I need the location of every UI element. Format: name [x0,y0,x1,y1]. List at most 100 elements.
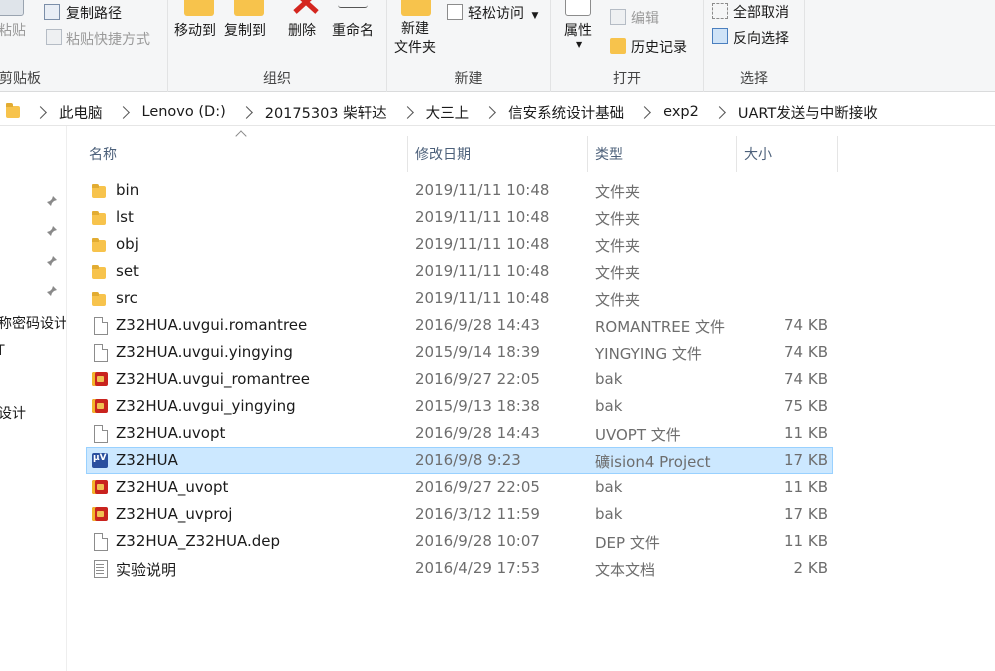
breadcrumb-semester[interactable]: 大三上 [426,102,470,123]
move-to-button[interactable]: 移动到 [174,20,216,40]
file-list: bin 2019/11/11 10:48 文件夹 lst 2019/11/11 10:4… [67,177,995,582]
new-group: 新建 文件夹 轻松访问 ▼ 新建 [387,0,551,92]
file-row[interactable]: Z32HUA_Z32HUA.dep 2016/9/28 10:07 DEP 文件 11… [67,528,995,555]
pin-icon[interactable] [46,255,58,267]
easy-access-button[interactable]: 轻松访问 ▼ [468,3,538,23]
chevron-right-icon[interactable] [116,105,130,119]
column-header-date[interactable]: 修改日期 [415,144,471,164]
file-row[interactable]: Z32HUA.uvgui.romantree 2016/9/28 14:43 ROM… [67,312,995,339]
column-divider[interactable] [837,136,838,172]
properties-button[interactable]: 属性 [564,20,592,40]
chevron-right-icon[interactable] [638,105,652,119]
breadcrumb-user-folder[interactable]: 20175303 柴轩达 [265,102,387,123]
bak-icon [92,371,108,388]
copy-path-button[interactable]: 复制路径 [66,3,122,23]
breadcrumb-this-pc[interactable]: 此电脑 [59,102,103,123]
file-name: Z32HUA.uvgui.romantree [116,316,308,334]
file-type: DEP 文件 [595,534,660,552]
file-size: 17 KB [784,505,828,523]
address-bar[interactable]: 此电脑 Lenovo (D:) 20175303 柴轩达 大三上 信安系统设计基… [0,98,995,126]
file-icon [92,344,108,362]
new-folder-button[interactable]: 新建 文件夹 [394,20,436,58]
file-size: 11 KB [784,424,828,442]
chevron-right-icon[interactable] [483,105,497,119]
column-divider[interactable] [407,136,408,172]
history-button[interactable]: 历史记录 [631,37,687,57]
file-row[interactable]: Z32HUA 2016/9/8 9:23 礦ision4 Project 17 KB [67,447,995,474]
file-type: 文件夹 [595,291,641,309]
paste-button[interactable]: 粘贴 [0,20,26,40]
properties-dropdown-icon[interactable]: ▼ [576,40,582,49]
delete-button[interactable]: 删除 [288,20,316,40]
file-row[interactable]: set 2019/11/11 10:48 文件夹 [67,258,995,285]
nav-item[interactable]: 设计 [0,403,26,423]
file-row[interactable]: obj 2019/11/11 10:48 文件夹 [67,231,995,258]
breadcrumb-course[interactable]: 信安系统设计基础 [508,102,624,123]
column-divider[interactable] [736,136,737,172]
breadcrumb-drive[interactable]: Lenovo (D:) [142,104,226,120]
file-name: 实验说明 [116,561,177,579]
chevron-right-icon[interactable] [400,105,414,119]
chevron-right-icon[interactable] [34,105,47,119]
file-row[interactable]: Z32HUA.uvgui_romantree 2016/9/27 22:05 bak… [67,366,995,393]
column-header-size[interactable]: 大小 [744,144,772,164]
file-row[interactable]: src 2019/11/11 10:48 文件夹 [67,285,995,312]
bak-icon [92,479,108,496]
nav-item[interactable]: T [0,343,5,359]
paste-shortcut-button[interactable]: 粘贴快捷方式 [66,29,150,49]
folder-icon [92,263,108,280]
pin-icon[interactable] [46,285,58,297]
file-row[interactable]: Z32HUA.uvgui.yingying 2015/9/14 18:39 YING… [67,339,995,366]
file-size: 11 KB [784,478,828,496]
pin-icon[interactable] [46,225,58,237]
file-date: 2016/9/27 22:05 [415,370,540,388]
file-type: 礦ision4 Project [595,453,711,471]
file-date: 2016/9/27 22:05 [415,478,540,496]
chevron-right-icon[interactable] [712,105,726,119]
file-date: 2016/3/12 11:59 [415,505,540,523]
chevron-right-icon[interactable] [239,105,253,119]
file-row[interactable]: Z32HUA_uvopt 2016/9/27 22:05 bak 11 KB [67,474,995,501]
copy-to-button[interactable]: 复制到 [224,20,266,40]
bak-icon [92,506,108,523]
file-type: bak [595,370,623,388]
file-icon [92,317,108,335]
new-folder-icon [401,0,431,16]
file-size: 17 KB [784,451,828,469]
nav-item[interactable]: 称密码设计 [0,313,66,333]
file-row[interactable]: Z32HUA_uvproj 2016/3/12 11:59 bak 17 KB [67,501,995,528]
file-row[interactable]: 实验说明 2016/4/29 17:53 文本文档 2 KB [67,555,995,582]
file-date: 2019/11/11 10:48 [415,208,550,226]
edit-button[interactable]: 编辑 [631,8,659,28]
file-icon [92,425,108,443]
breadcrumb-exp2[interactable]: exp2 [663,104,699,120]
invert-selection-button[interactable]: 反向选择 [733,28,789,48]
file-date: 2019/11/11 10:48 [415,262,550,280]
edit-icon [610,9,626,25]
breadcrumb-current[interactable]: UART发送与中断接收 [738,102,878,123]
folder-icon [92,209,108,226]
select-none-icon [712,3,728,19]
select-none-button[interactable]: 全部取消 [733,2,789,22]
file-row[interactable]: Z32HUA.uvopt 2016/9/28 14:43 UVOPT 文件 11 KB [67,420,995,447]
file-type: 文件夹 [595,264,641,282]
file-row[interactable]: bin 2019/11/11 10:48 文件夹 [67,177,995,204]
column-header-name[interactable]: 名称 [89,144,117,164]
file-name: Z32HUA_Z32HUA.dep [116,532,281,550]
file-name: bin [116,181,140,199]
column-header-type[interactable]: 类型 [595,144,623,164]
file-row[interactable]: lst 2019/11/11 10:48 文件夹 [67,204,995,231]
file-name: Z32HUA.uvgui_romantree [116,370,310,388]
properties-icon [565,0,591,16]
column-divider[interactable] [587,136,588,172]
ribbon: 粘贴 复制路径 粘贴快捷方式 剪贴板 移动到 复制到 删除 重命名 组织 新建 … [0,0,995,92]
file-name: Z32HUA [116,451,178,469]
file-type: YINGYING 文件 [595,345,702,363]
file-size: 75 KB [784,397,828,415]
file-name: Z32HUA.uvgui.yingying [116,343,293,361]
file-type: 文件夹 [595,210,641,228]
file-row[interactable]: Z32HUA.uvgui_yingying 2015/9/13 18:38 bak 7… [67,393,995,420]
pin-icon[interactable] [46,195,58,207]
file-name: Z32HUA.uvopt [116,424,226,442]
rename-button[interactable]: 重命名 [332,20,374,40]
